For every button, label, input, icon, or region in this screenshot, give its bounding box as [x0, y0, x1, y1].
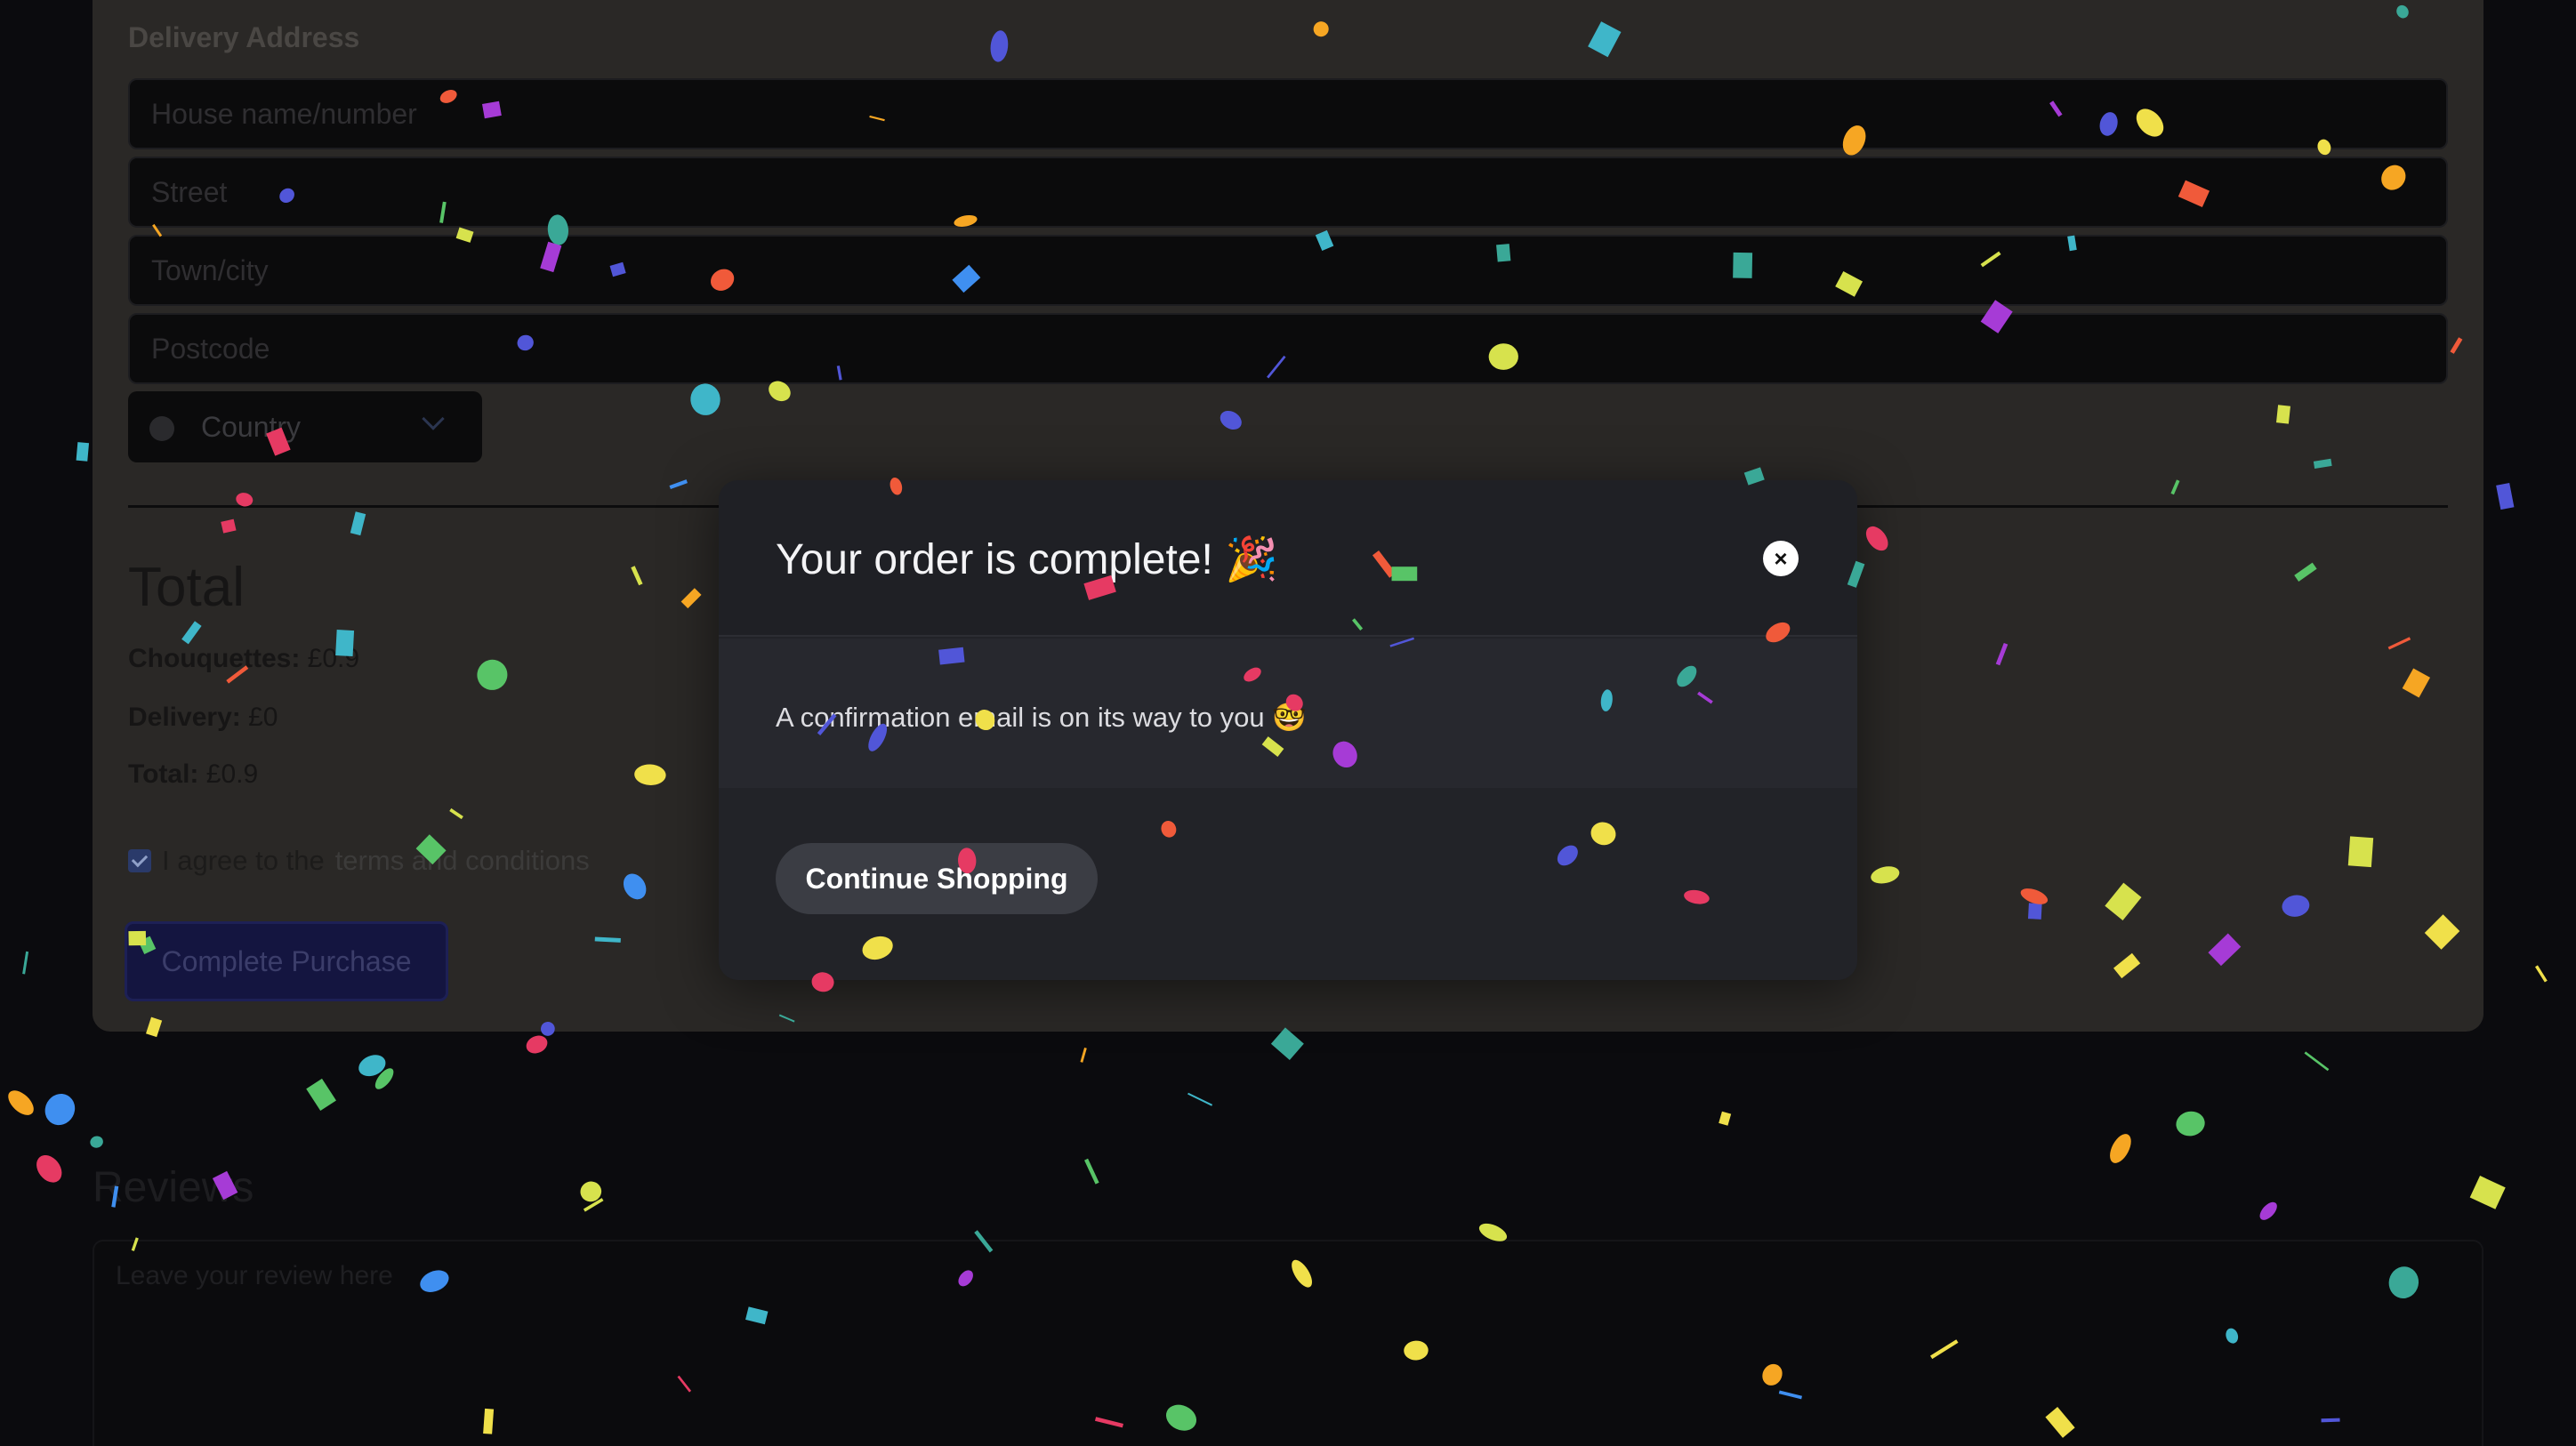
item-value: £0.9: [307, 644, 360, 673]
confetti-piece: [2496, 482, 2515, 510]
terms-checkbox[interactable]: [128, 849, 151, 872]
confetti-piece: [22, 951, 29, 975]
terms-label: I agree to the: [162, 845, 325, 876]
confetti-piece: [2304, 1051, 2330, 1072]
confetti-piece: [44, 1093, 76, 1126]
confetti-piece: [1080, 1048, 1087, 1063]
modal-footer: Continue Shopping: [719, 790, 1857, 980]
modal-title: Your order is complete! 🎉: [776, 536, 1278, 583]
confetti-piece: [2110, 1134, 2131, 1163]
confetti-piece: [583, 1198, 604, 1212]
confirmation-message: A confirmation email is on its way to yo…: [776, 702, 1307, 733]
total-heading: Total: [128, 557, 245, 618]
modal-header: Your order is complete! 🎉 ×: [719, 480, 1857, 637]
delivery-cost: Delivery: £0: [128, 703, 278, 733]
close-button[interactable]: ×: [1763, 541, 1799, 576]
confetti-piece: [1719, 1111, 1732, 1126]
modal-body: A confirmation email is on its way to yo…: [719, 639, 1857, 788]
complete-purchase-button[interactable]: Complete Purchase: [125, 921, 448, 1001]
confetti-piece: [358, 1055, 386, 1077]
confetti-piece: [2534, 965, 2548, 983]
globe-icon: [149, 416, 174, 441]
terms-link[interactable]: terms and conditions: [335, 845, 590, 877]
country-select-label: Country: [201, 411, 302, 443]
terms-row: I agree to the terms and conditions: [128, 845, 590, 877]
confetti-piece: [1270, 1027, 1304, 1061]
order-total: Total: £0.9: [128, 759, 258, 790]
reviews-title: Reviews: [93, 1164, 254, 1211]
confetti-piece: [374, 1068, 394, 1089]
page: Delivery Address Country Total Chouquett…: [0, 0, 2576, 1446]
confetti-piece: [90, 1136, 103, 1148]
confetti-piece: [2469, 1176, 2506, 1209]
order-complete-modal: Your order is complete! 🎉 × A confirmati…: [719, 480, 1857, 980]
confetti-piece: [8, 1090, 34, 1115]
postcode-input[interactable]: [128, 313, 2448, 384]
order-total-value: £0.9: [205, 759, 259, 789]
confetti-piece: [580, 1181, 602, 1202]
delivery-cost-label: Delivery:: [128, 703, 241, 732]
order-total-label: Total:: [128, 759, 199, 789]
review-textarea[interactable]: Leave your review here: [93, 1240, 2483, 1446]
item-subtotal: Chouquettes: £0.9: [128, 644, 359, 674]
confetti-piece: [526, 1035, 548, 1054]
continue-shopping-button[interactable]: Continue Shopping: [776, 843, 1098, 914]
delivery-cost-value: £0: [248, 703, 278, 732]
delivery-address-label: Delivery Address: [128, 21, 360, 53]
close-icon: ×: [1774, 545, 1788, 572]
confetti-piece: [2176, 1111, 2205, 1137]
confetti-piece: [2259, 1201, 2277, 1220]
item-label: Chouquettes:: [128, 644, 301, 673]
confetti-piece: [1187, 1092, 1213, 1106]
town-city-input[interactable]: [128, 235, 2448, 306]
house-number-input[interactable]: [128, 78, 2448, 149]
confetti-piece: [76, 442, 90, 462]
confetti-piece: [1084, 1158, 1099, 1185]
confetti-piece: [36, 1154, 62, 1183]
confetti-piece: [306, 1078, 336, 1112]
street-input[interactable]: [128, 157, 2448, 228]
